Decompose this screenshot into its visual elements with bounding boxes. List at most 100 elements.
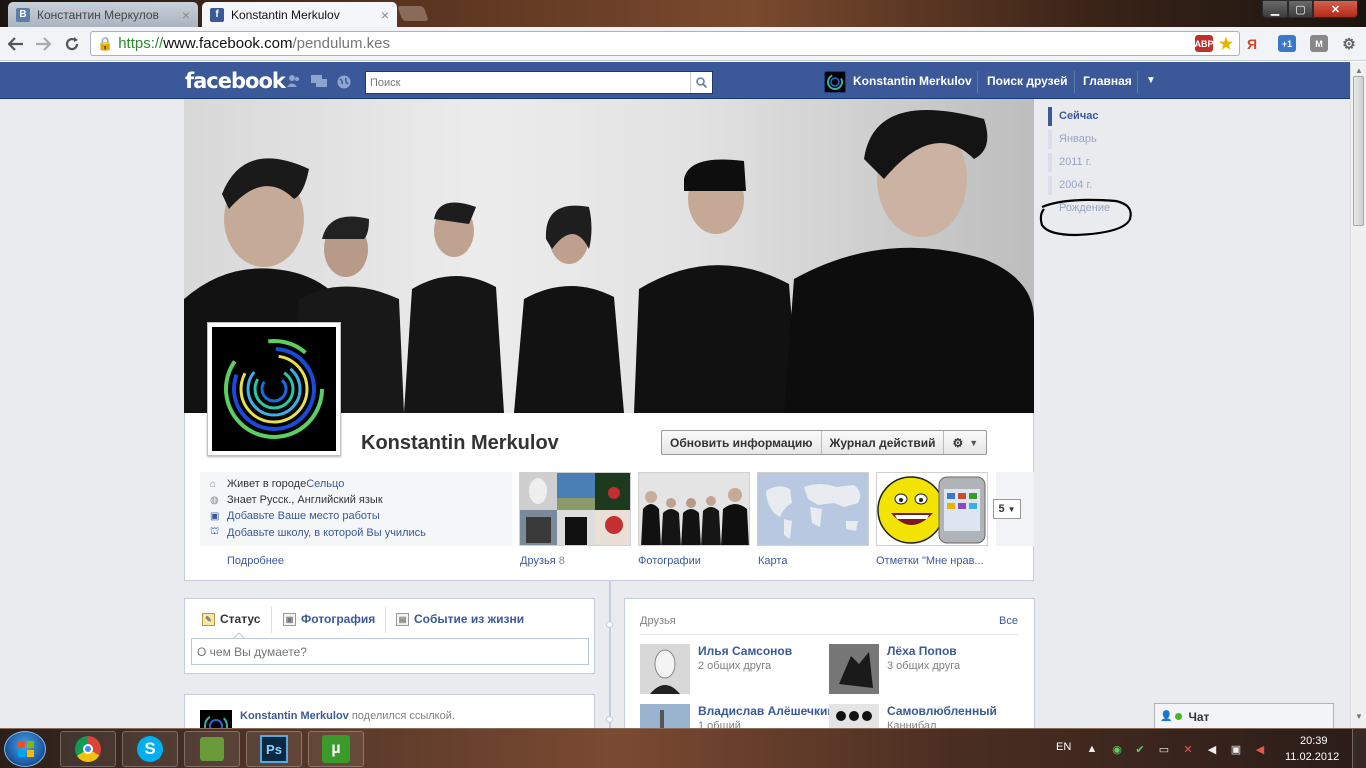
status-pencil-icon: ✎ — [202, 612, 215, 626]
taskbar-chrome-button[interactable] — [60, 731, 116, 767]
friends-tile[interactable] — [519, 472, 631, 546]
friend-item[interactable]: Самовлюбленный Каннибал — [829, 704, 1014, 728]
friend-requests-icon[interactable] — [287, 75, 301, 87]
story-author-link[interactable]: Konstantin Merkulov — [240, 710, 349, 722]
chat-bar[interactable]: 👤 Чат — [1154, 703, 1334, 729]
reload-icon[interactable] — [61, 33, 83, 55]
yandex-mail-icon[interactable]: Я — [1243, 35, 1261, 52]
search-input[interactable] — [366, 72, 690, 93]
map-tile-label[interactable]: Карта — [758, 555, 787, 567]
timeline-nav-2011[interactable]: 2011 г. — [1048, 153, 1091, 172]
taskbar-skype-button[interactable]: S — [122, 731, 178, 767]
tray-check-icon[interactable]: ✔ — [1133, 742, 1147, 756]
scroll-thumb[interactable] — [1353, 76, 1364, 226]
friends-see-all-link[interactable]: Все — [999, 615, 1018, 627]
add-school-link[interactable]: ⛫ Добавьте школу, в которой Вы учились — [210, 526, 426, 539]
add-work-link[interactable]: ▣ Добавьте Ваше место работы — [210, 510, 380, 522]
friend-item[interactable]: Илья Самсонов 2 общих друга — [640, 644, 825, 696]
city-link[interactable]: Сельцо — [306, 478, 344, 490]
tray-volume-icon[interactable]: ◀ — [1205, 742, 1219, 756]
friend-avatar[interactable] — [640, 644, 690, 694]
friend-item[interactable]: Владислав Алёшечкин 1 общий — [640, 704, 835, 728]
address-bar[interactable]: 🔒 https:// www.facebook.com /pendulum.ke… — [90, 31, 1240, 56]
window-maximize-button[interactable]: ▢ — [1288, 0, 1313, 18]
tray-speaker-icon[interactable]: ◀ — [1253, 742, 1267, 756]
page-scrollbar[interactable]: ▲ ▼ — [1350, 62, 1366, 728]
browser-tab-vk[interactable]: В Константин Меркулов × — [8, 2, 198, 27]
home-link[interactable]: Главная — [1083, 74, 1132, 88]
search-icon[interactable] — [690, 72, 712, 93]
window-close-button[interactable]: ✕ — [1313, 0, 1358, 18]
tab-close-icon[interactable]: × — [381, 7, 389, 23]
tray-q-icon[interactable]: ◉ — [1110, 742, 1124, 756]
scroll-down-icon[interactable]: ▼ — [1355, 712, 1363, 721]
forward-arrow-icon[interactable] — [32, 33, 54, 55]
friend-avatar[interactable] — [829, 704, 879, 728]
mutual-friends[interactable]: 2 общих друга — [698, 660, 771, 672]
more-tiles-button[interactable]: 5 ▼ — [993, 499, 1021, 519]
star-icon[interactable]: ★ — [1217, 35, 1235, 53]
profile-link[interactable]: Konstantin Merkulov — [853, 74, 972, 88]
taskbar-utorrent-button[interactable]: µ — [308, 731, 364, 767]
tab-close-icon[interactable]: × — [182, 7, 190, 23]
browser-tab-facebook[interactable]: f Konstantin Merkulov × — [202, 2, 397, 27]
start-button[interactable] — [4, 731, 46, 767]
facebook-logo[interactable]: facebook — [185, 69, 286, 93]
friend-avatar[interactable] — [829, 644, 879, 694]
activity-log-button[interactable]: Журнал действий — [822, 431, 945, 454]
mutual-friends[interactable]: 1 общий — [698, 720, 741, 728]
tray-device-icon[interactable]: ▣ — [1229, 742, 1243, 756]
friend-name[interactable]: Самовлюбленный — [887, 704, 997, 718]
show-desktop-button[interactable] — [1352, 729, 1366, 768]
timeline-page: Сейчас Январь 2011 г. 2004 г. Рождение K… — [0, 99, 1350, 728]
tab-life-event[interactable]: ▤ Событие из жизни — [396, 612, 524, 626]
friend-name[interactable]: Владислав Алёшечкин — [698, 704, 835, 718]
map-tile[interactable] — [757, 472, 869, 546]
about-hometown: ⌂ Живет в городе Сельцо — [210, 478, 345, 490]
photos-tile[interactable] — [638, 472, 750, 546]
likes-tile[interactable] — [876, 472, 988, 546]
wrench-icon[interactable]: ⚙ — [1340, 35, 1358, 53]
gmail-icon[interactable]: M — [1310, 35, 1328, 52]
tab-status[interactable]: ✎ Статус — [202, 612, 260, 626]
friends-tile-label[interactable]: Друзья 8 — [520, 555, 565, 567]
taskbar-app-button[interactable] — [184, 731, 240, 767]
plus-one-icon[interactable]: +1 — [1278, 35, 1296, 52]
tray-network-icon[interactable]: ✕ — [1181, 742, 1195, 756]
likes-tile-label[interactable]: Отметки "Мне нрав... — [876, 555, 984, 567]
about-more-link[interactable]: Подробнее — [227, 555, 284, 567]
friend-name[interactable]: Илья Самсонов — [698, 644, 792, 658]
clock-date[interactable]: 11.02.2012 — [1285, 751, 1339, 763]
messages-icon[interactable] — [311, 75, 327, 87]
photos-tile-label[interactable]: Фотографии — [638, 555, 701, 567]
profile-picture[interactable] — [207, 322, 341, 456]
friend-name[interactable]: Лёха Попов — [887, 644, 957, 658]
tray-expand-icon[interactable]: ▲ — [1085, 742, 1099, 756]
clock-time[interactable]: 20:39 — [1300, 735, 1328, 747]
taskbar-photoshop-button[interactable]: Ps — [246, 731, 302, 767]
window-minimize-button[interactable]: ▁ — [1262, 0, 1288, 18]
scroll-up-icon[interactable]: ▲ — [1355, 66, 1363, 75]
tray-window-icon[interactable]: ▭ — [1157, 742, 1171, 756]
back-arrow-icon[interactable] — [5, 33, 27, 55]
timeline-nav-january[interactable]: Январь — [1048, 130, 1097, 149]
language-indicator[interactable]: EN — [1056, 741, 1071, 753]
find-friends-link[interactable]: Поиск друзей — [987, 74, 1068, 88]
notifications-globe-icon[interactable] — [337, 75, 351, 89]
timeline-nav-now[interactable]: Сейчас — [1048, 107, 1098, 126]
account-menu-arrow-icon[interactable]: ▼ — [1146, 75, 1156, 86]
new-tab-button[interactable] — [397, 6, 429, 21]
friend-avatar[interactable] — [640, 704, 690, 728]
mutual-friends[interactable]: 3 общих друга — [887, 660, 960, 672]
tab-photo[interactable]: ▣ Фотография — [283, 612, 375, 626]
settings-gear-button[interactable]: ⚙ ▼ — [944, 431, 986, 454]
story-author-avatar[interactable] — [200, 710, 232, 728]
adblock-icon[interactable]: ABP — [1195, 35, 1214, 52]
timeline-nav-2004[interactable]: 2004 г. — [1048, 176, 1092, 195]
mutual-friends[interactable]: Каннибал — [887, 720, 936, 728]
user-avatar[interactable] — [824, 71, 846, 93]
friend-item[interactable]: Лёха Попов 3 общих друга — [829, 644, 1014, 696]
update-info-button[interactable]: Обновить информацию — [662, 431, 822, 454]
divider — [640, 634, 1019, 635]
status-input[interactable] — [191, 638, 589, 665]
